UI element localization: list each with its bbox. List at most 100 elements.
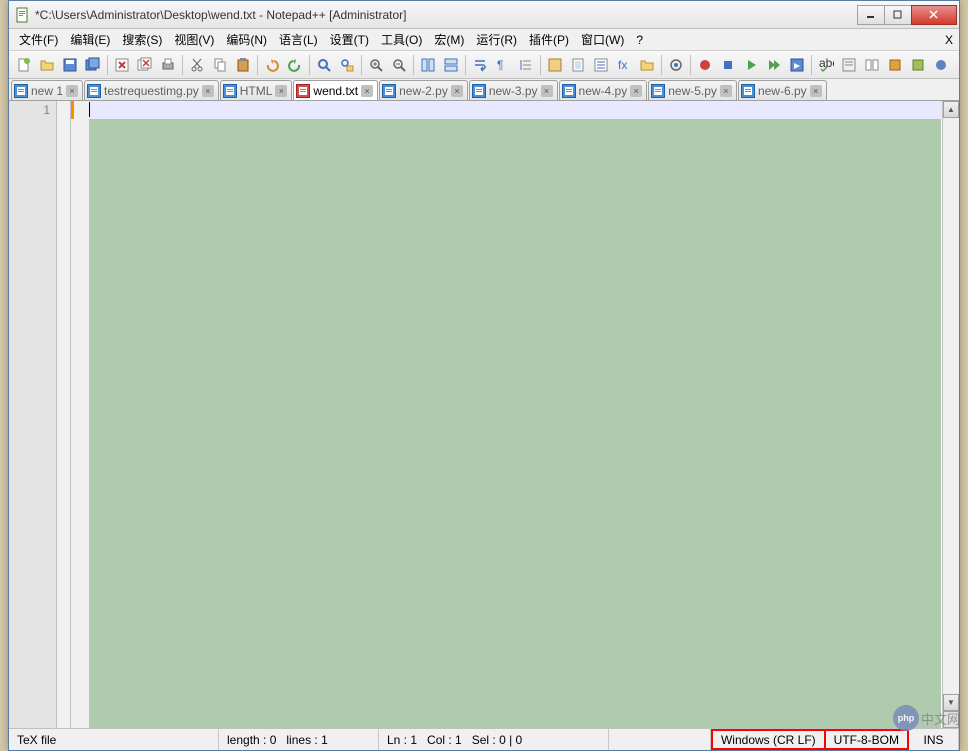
menu-run[interactable]: 运行(R)	[470, 29, 523, 50]
function-list-icon[interactable]: fx	[613, 54, 635, 76]
play-macro-icon[interactable]	[740, 54, 762, 76]
tab-close-icon[interactable]: ×	[275, 85, 287, 97]
stop-macro-icon[interactable]	[717, 54, 739, 76]
copy-icon[interactable]	[209, 54, 231, 76]
cut-icon[interactable]	[186, 54, 208, 76]
outline-btn-icon[interactable]	[838, 54, 860, 76]
paste-icon[interactable]	[232, 54, 254, 76]
toolbar: ¶ fx abc	[9, 51, 959, 79]
scroll-down-icon[interactable]: ▼	[943, 694, 959, 711]
open-file-icon[interactable]	[36, 54, 58, 76]
status-encoding[interactable]: UTF-8-BOM	[826, 729, 909, 750]
file-tab[interactable]: new-4.py×	[559, 80, 648, 100]
file-tab[interactable]: testrequestimg.py×	[84, 80, 219, 100]
close-file-icon[interactable]	[111, 54, 133, 76]
close-all-icon[interactable]	[134, 54, 156, 76]
menu-macro[interactable]: 宏(M)	[428, 29, 470, 50]
file-tab[interactable]: new-6.py×	[738, 80, 827, 100]
menu-encoding[interactable]: 编码(N)	[220, 29, 273, 50]
titlebar[interactable]: *C:\Users\Administrator\Desktop\wend.txt…	[9, 1, 959, 29]
tab-close-icon[interactable]: ×	[451, 85, 463, 97]
tab-close-icon[interactable]: ×	[630, 85, 642, 97]
window-controls	[857, 5, 957, 25]
tab-label: new-3.py	[489, 84, 538, 98]
file-tab[interactable]: new-2.py×	[379, 80, 468, 100]
replace-icon[interactable]	[336, 54, 358, 76]
menu-edit[interactable]: 编辑(E)	[64, 29, 116, 50]
find-icon[interactable]	[313, 54, 335, 76]
tool-c-icon[interactable]	[930, 54, 952, 76]
svg-text:fx: fx	[618, 58, 627, 72]
tab-label: new 1	[31, 84, 63, 98]
menu-tools[interactable]: 工具(O)	[375, 29, 428, 50]
tab-close-icon[interactable]: ×	[541, 85, 553, 97]
tab-close-icon[interactable]: ×	[66, 85, 78, 97]
save-macro-icon[interactable]	[786, 54, 808, 76]
tab-close-icon[interactable]: ×	[202, 85, 214, 97]
doc-map-icon[interactable]	[567, 54, 589, 76]
file-tab[interactable]: HTML×	[220, 80, 293, 100]
vertical-scrollbar[interactable]: ▲ ▼	[942, 101, 959, 728]
saved-file-icon	[562, 84, 576, 98]
tab-close-icon[interactable]: ×	[361, 85, 373, 97]
save-icon[interactable]	[59, 54, 81, 76]
saved-file-icon	[382, 84, 396, 98]
menu-plugins[interactable]: 插件(P)	[523, 29, 575, 50]
separator	[413, 55, 414, 75]
maximize-button[interactable]	[884, 5, 912, 25]
saved-file-icon	[87, 84, 101, 98]
sync-v-icon[interactable]	[417, 54, 439, 76]
indent-guide-icon[interactable]	[515, 54, 537, 76]
save-all-icon[interactable]	[82, 54, 104, 76]
menu-search[interactable]: 搜索(S)	[116, 29, 168, 50]
record-macro-icon[interactable]	[694, 54, 716, 76]
file-tab[interactable]: new 1×	[11, 80, 83, 100]
menu-help[interactable]: ?	[630, 31, 649, 49]
tab-close-icon[interactable]: ×	[810, 85, 822, 97]
spell-check-icon[interactable]: abc	[815, 54, 837, 76]
separator	[661, 55, 662, 75]
zoom-in-icon[interactable]	[365, 54, 387, 76]
line-gutter: 1	[9, 101, 57, 728]
close-button[interactable]	[911, 5, 957, 25]
print-icon[interactable]	[157, 54, 179, 76]
wordwrap-icon[interactable]	[469, 54, 491, 76]
tab-label: new-6.py	[758, 84, 807, 98]
tool-a-icon[interactable]	[884, 54, 906, 76]
play-multi-icon[interactable]	[763, 54, 785, 76]
status-insmode[interactable]: INS	[909, 729, 959, 750]
lang-udl-icon[interactable]	[544, 54, 566, 76]
file-tab[interactable]: wend.txt×	[293, 80, 378, 100]
status-spacer	[609, 729, 711, 750]
menu-settings[interactable]: 设置(T)	[324, 29, 375, 50]
sync-h-icon[interactable]	[440, 54, 462, 76]
separator	[257, 55, 258, 75]
file-tab[interactable]: new-5.py×	[648, 80, 737, 100]
saved-file-icon	[651, 84, 665, 98]
doc-list-icon[interactable]	[590, 54, 612, 76]
scroll-grip-icon[interactable]	[943, 711, 959, 728]
menubar-close-icon[interactable]: X	[945, 33, 953, 47]
menu-language[interactable]: 语言(L)	[273, 29, 324, 50]
minimize-button[interactable]	[857, 5, 885, 25]
zoom-out-icon[interactable]	[388, 54, 410, 76]
undo-icon[interactable]	[261, 54, 283, 76]
redo-icon[interactable]	[284, 54, 306, 76]
saved-file-icon	[223, 84, 237, 98]
menu-view[interactable]: 视图(V)	[168, 29, 220, 50]
scroll-up-icon[interactable]: ▲	[943, 101, 959, 118]
current-line[interactable]	[89, 101, 959, 119]
status-eol[interactable]: Windows (CR LF)	[711, 729, 826, 750]
menu-file[interactable]: 文件(F)	[13, 29, 64, 50]
file-tab[interactable]: new-3.py×	[469, 80, 558, 100]
tab-close-icon[interactable]: ×	[720, 85, 732, 97]
separator	[361, 55, 362, 75]
tool-b-icon[interactable]	[907, 54, 929, 76]
compare-icon[interactable]	[861, 54, 883, 76]
folder-workspace-icon[interactable]	[636, 54, 658, 76]
fold-column[interactable]	[57, 101, 71, 728]
new-file-icon[interactable]	[13, 54, 35, 76]
show-all-chars-icon[interactable]: ¶	[492, 54, 514, 76]
menu-window[interactable]: 窗口(W)	[575, 29, 630, 50]
monitor-icon[interactable]	[665, 54, 687, 76]
